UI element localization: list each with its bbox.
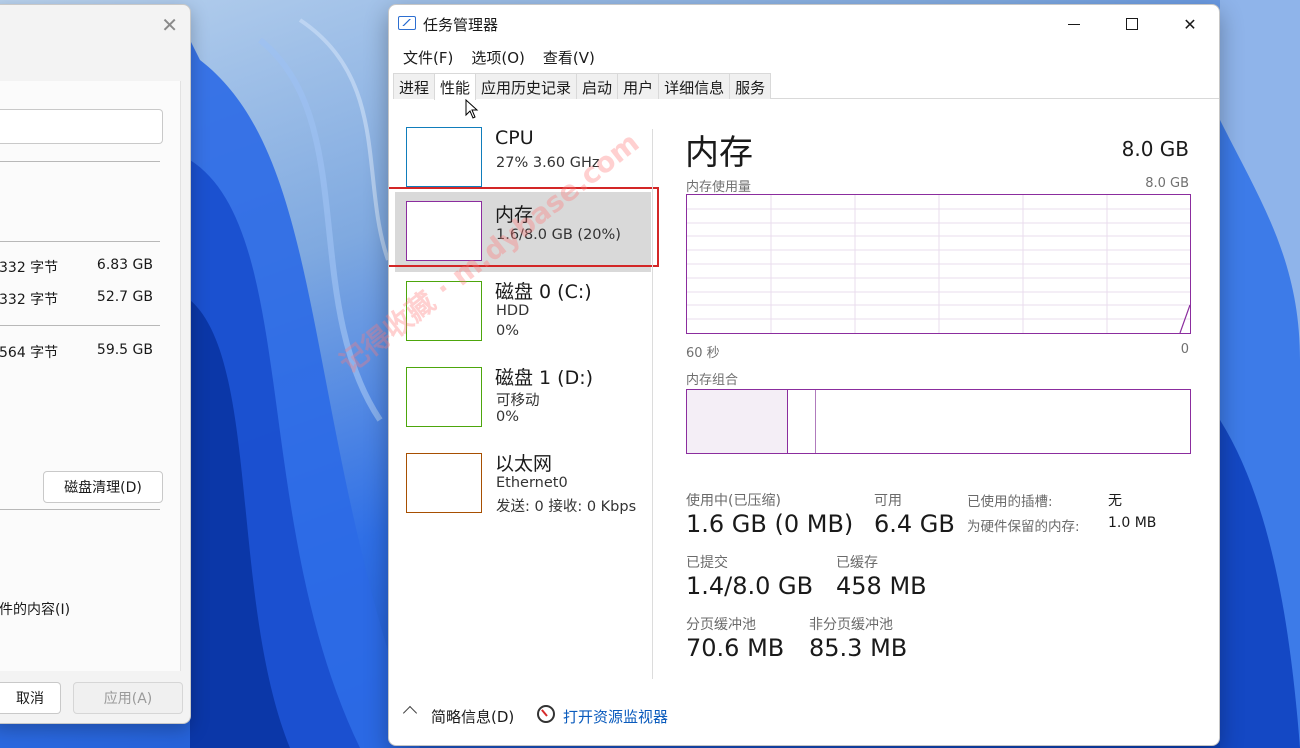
- task-manager-window: 任务管理器 ✕ 文件(F) 选项(O) 查看(V) 进程 性能 应用历史记录 启…: [388, 4, 1220, 746]
- resource-name: 磁盘 1 (D:): [495, 367, 594, 389]
- committed-label: 已提交: [686, 555, 728, 571]
- tab-services[interactable]: 服务: [729, 73, 772, 99]
- open-resource-monitor-link[interactable]: 打开资源监视器: [563, 706, 668, 727]
- resource-throughput: 发送: 0 接收: 0 Kbps: [496, 499, 637, 515]
- footer: 简略信息(D) 打开资源监视器: [389, 705, 1219, 729]
- available-label: 可用: [874, 493, 902, 509]
- maximize-button[interactable]: [1103, 5, 1161, 43]
- resource-detail: HDD: [496, 303, 530, 319]
- tab-startup[interactable]: 启动: [576, 73, 619, 99]
- maximize-icon: [1126, 18, 1138, 30]
- tab-processes[interactable]: 进程: [393, 73, 436, 99]
- tab-bar: 进程 性能 应用历史记录 启动 用户 详细信息 服务: [393, 73, 1219, 100]
- ethernet-thumbnail-graph: [406, 453, 482, 513]
- slots-label: 已使用的插槽:: [967, 494, 1053, 510]
- used-bytes: 332 字节: [0, 260, 59, 276]
- tab-users[interactable]: 用户: [617, 73, 660, 99]
- resource-detail: Ethernet0: [496, 475, 568, 491]
- divider: [0, 241, 160, 242]
- cancel-button[interactable]: 取消: [0, 682, 61, 714]
- nonpaged-pool-value: 85.3 MB: [809, 634, 908, 662]
- paged-pool-label: 分页缓冲池: [686, 617, 756, 633]
- in-use-label: 使用中(已压缩): [686, 493, 781, 509]
- close-icon[interactable]: ✕: [161, 13, 178, 37]
- disk-properties-dialog: ✕ 332 字节 6.83 GB 332 字节 52.7 GB 564 字节 5…: [0, 4, 191, 724]
- free-size: 52.7 GB: [96, 289, 153, 305]
- reserved-label: 为硬件保留的内存:: [967, 519, 1080, 535]
- minimize-button[interactable]: [1045, 5, 1103, 43]
- cpu-thumbnail-graph: [406, 127, 482, 187]
- usage-max-label: 8.0 GB: [1145, 176, 1189, 191]
- resource-detail: 可移动: [496, 393, 540, 409]
- composition-modified: [788, 390, 816, 453]
- resource-monitor-icon: [537, 705, 555, 723]
- divider: [0, 509, 160, 510]
- minimize-icon: [1068, 23, 1080, 25]
- time-axis-left: 60 秒: [686, 346, 720, 361]
- resource-name: 磁盘 0 (C:): [495, 281, 592, 303]
- divider: [0, 325, 160, 326]
- composition-in-use: [687, 390, 788, 453]
- memory-usage-graph: [686, 194, 1191, 334]
- index-content-option[interactable]: 件的内容(I): [0, 599, 70, 619]
- committed-value: 1.4/8.0 GB: [686, 572, 814, 600]
- memory-title: 内存: [685, 133, 753, 173]
- resource-usage: 0%: [496, 323, 520, 339]
- paged-pool-value: 70.6 MB: [686, 634, 785, 662]
- free-bytes: 332 字节: [0, 292, 59, 308]
- tab-app-history[interactable]: 应用历史记录: [475, 73, 578, 99]
- capacity-bytes: 564 字节: [0, 345, 59, 361]
- task-manager-icon: [398, 16, 416, 30]
- volume-name-input[interactable]: [0, 109, 163, 144]
- chevron-up-icon[interactable]: [402, 705, 418, 721]
- disk-cleanup-button[interactable]: 磁盘清理(D): [43, 471, 163, 503]
- menu-view[interactable]: 查看(V): [534, 43, 604, 71]
- cached-label: 已缓存: [836, 555, 878, 571]
- usage-label: 内存使用量: [686, 180, 752, 195]
- resource-name: CPU: [495, 127, 534, 149]
- tab-details[interactable]: 详细信息: [658, 73, 731, 99]
- performance-content: CPU 27% 3.60 GHz 内存 1.6/8.0 GB (20%) 磁盘 …: [389, 99, 1219, 693]
- memory-total: 8.0 GB: [1121, 137, 1189, 161]
- menu-file[interactable]: 文件(F): [394, 43, 462, 71]
- window-title: 任务管理器: [423, 16, 499, 34]
- resource-disk-1[interactable]: 磁盘 1 (D:) 可移动 0%: [395, 355, 651, 435]
- available-value: 6.4 GB: [874, 510, 955, 538]
- properties-panel: [0, 81, 181, 671]
- divider: [0, 161, 160, 162]
- used-size: 6.83 GB: [96, 257, 153, 273]
- resource-usage: 0%: [496, 409, 520, 425]
- disk1-thumbnail-graph: [406, 367, 482, 427]
- reserved-value: 1.0 MB: [1108, 515, 1157, 531]
- composition-label: 内存组合: [686, 373, 739, 388]
- pane-divider: [652, 129, 653, 679]
- fewer-details-link[interactable]: 简略信息(D): [431, 706, 514, 727]
- cached-value: 458 MB: [836, 572, 927, 600]
- capacity-size: 59.5 GB: [96, 342, 153, 358]
- memory-composition-bar: [686, 389, 1191, 454]
- close-icon: ✕: [1183, 14, 1197, 34]
- tab-performance[interactable]: 性能: [434, 73, 477, 100]
- close-button[interactable]: ✕: [1161, 5, 1219, 43]
- resource-ethernet[interactable]: 以太网 Ethernet0 发送: 0 接收: 0 Kbps: [395, 441, 651, 521]
- nonpaged-pool-label: 非分页缓冲池: [809, 617, 893, 633]
- time-axis-right: 0: [1180, 342, 1189, 357]
- slots-value: 无: [1108, 493, 1122, 509]
- menu-options[interactable]: 选项(O): [462, 43, 534, 71]
- title-bar[interactable]: 任务管理器 ✕: [389, 5, 1219, 43]
- in-use-value: 1.6 GB (0 MB): [686, 510, 854, 538]
- mouse-cursor-icon: [465, 99, 479, 119]
- menu-bar: 文件(F) 选项(O) 查看(V): [389, 43, 1219, 71]
- apply-button[interactable]: 应用(A): [73, 682, 183, 714]
- resource-name: 以太网: [495, 453, 553, 475]
